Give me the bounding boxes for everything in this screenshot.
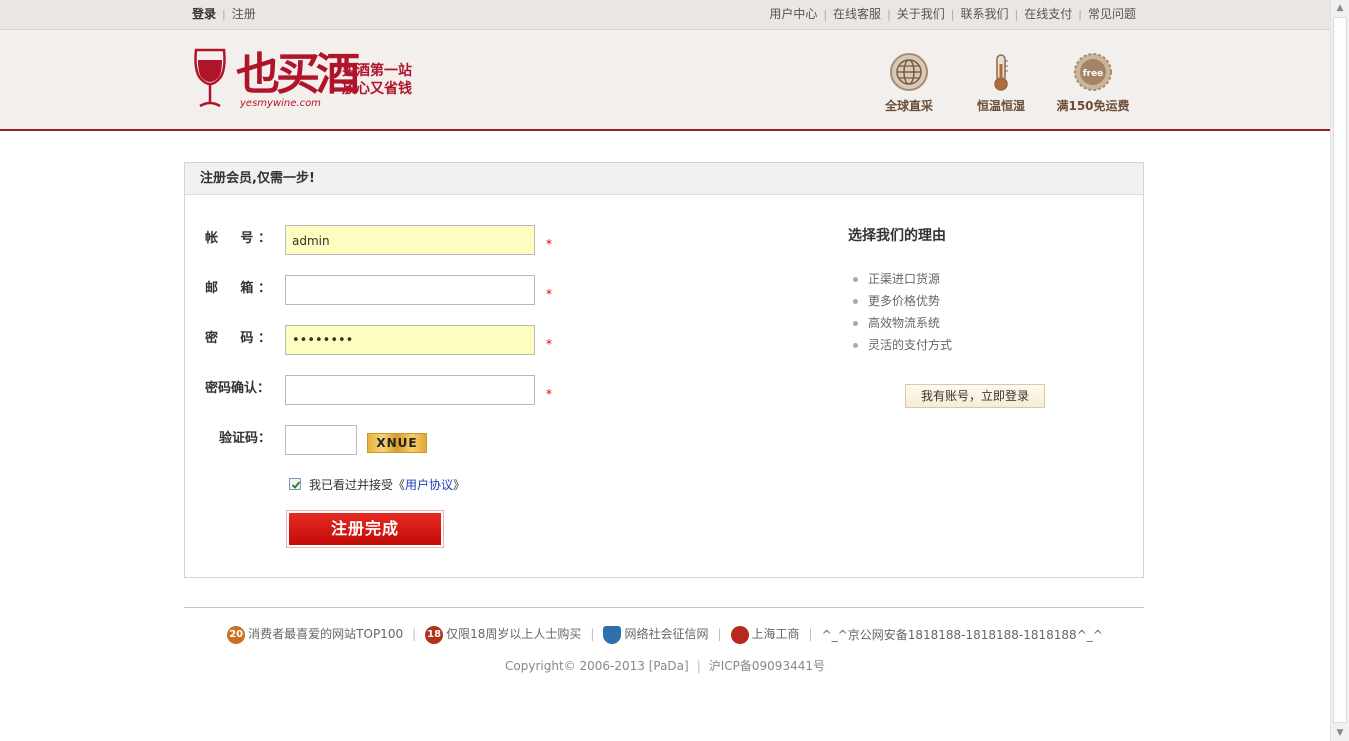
- required-mark: *: [546, 287, 552, 301]
- feature-label: 恒温恒湿: [976, 99, 1025, 113]
- panel-title: 注册会员,仅需一步!: [185, 163, 1143, 195]
- footer-item-top100[interactable]: 20 消费者最喜爱的网站TOP100: [227, 625, 403, 644]
- feature-label: 满150免运费: [1056, 99, 1130, 113]
- login-existing-account-button[interactable]: 我有账号，立即登录: [905, 384, 1045, 408]
- reasons-title: 选择我们的理由: [848, 228, 946, 244]
- confirm-password-input[interactable]: [285, 375, 535, 405]
- footer-item-age-limit[interactable]: 18 仅限18周岁以上人士购买: [425, 625, 581, 644]
- about-us-link[interactable]: 关于我们: [897, 7, 945, 21]
- scroll-up-arrow-icon[interactable]: ▲: [1332, 0, 1348, 16]
- feature-free-shipping: free 满150免运费: [1053, 52, 1133, 114]
- agreement-suffix: 》: [453, 478, 466, 492]
- required-mark: *: [546, 237, 552, 251]
- copyright-bar: Copyright© 2006-2013 [PaDa] | 沪ICP备0909344…: [505, 659, 825, 673]
- shield-icon: [603, 625, 622, 644]
- email-label: 邮 箱：: [205, 281, 271, 296]
- registration-panel: 注册会员,仅需一步! 帐 号： admin * 邮 箱： * 密 码： ••••…: [184, 162, 1144, 578]
- account-label: 帐 号：: [205, 231, 271, 246]
- icp-record[interactable]: 沪ICP备09093441号: [709, 659, 825, 673]
- footer-item-commerce[interactable]: 上海工商: [730, 625, 800, 644]
- list-item: 正渠进口货源: [848, 268, 1108, 290]
- scrollbar-thumb[interactable]: [1333, 17, 1347, 723]
- slogan: 买酒第一站 放心又省钱: [342, 62, 412, 98]
- user-center-link[interactable]: 用户中心: [769, 7, 817, 21]
- password-label: 密 码：: [205, 331, 271, 346]
- online-payment-link[interactable]: 在线支付: [1024, 7, 1072, 21]
- feature-global-sourcing: 全球直采: [869, 52, 949, 114]
- auth-links: 登录 | 注册: [192, 7, 256, 21]
- globe-icon: [890, 53, 928, 91]
- online-service-link[interactable]: 在线客服: [833, 7, 881, 21]
- top-nav: 用户中心 | 在线客服 | 关于我们 | 联系我们 | 在线支付 | 常见问题: [769, 7, 1136, 21]
- age-18-badge-icon: 18: [425, 625, 444, 644]
- captcha-row: 验证码： XNUE: [205, 425, 745, 457]
- required-mark: *: [546, 387, 552, 401]
- faq-link[interactable]: 常见问题: [1088, 7, 1136, 21]
- agreement-text: 我已看过并接受《: [309, 478, 406, 492]
- site-logo[interactable]: 也买酒 yesmywine.com 买酒第一站 放心又省钱: [192, 48, 432, 118]
- copyright-text: Copyright© 2006-2013 [PaDa]: [505, 659, 689, 673]
- email-input[interactable]: [285, 275, 535, 305]
- contact-us-link[interactable]: 联系我们: [961, 7, 1009, 21]
- top-bar: 登录 | 注册 用户中心 | 在线客服 | 关于我们 | 联系我们 | 在线支付 | 常见问题: [0, 0, 1330, 30]
- reasons-list: 正渠进口货源 更多价格优势 高效物流系统 灵活的支付方式: [848, 268, 1108, 356]
- confirm-password-row: 密码确认： *: [205, 375, 745, 407]
- thermometer-icon: [994, 54, 1008, 91]
- login-link[interactable]: 登录: [192, 7, 216, 21]
- emblem-icon: [730, 625, 749, 644]
- footer-item-credit[interactable]: 网络社会征信网: [603, 625, 708, 644]
- email-row: 邮 箱： *: [205, 275, 745, 307]
- slogan-line-1: 买酒第一站: [342, 63, 412, 79]
- list-item: 高效物流系统: [848, 312, 1108, 334]
- list-item: 更多价格优势: [848, 290, 1108, 312]
- confirm-password-label: 密码确认：: [205, 381, 271, 396]
- list-item: 灵活的支付方式: [848, 334, 1108, 356]
- footer-divider: [184, 607, 1144, 608]
- captcha-input[interactable]: [285, 425, 357, 455]
- footer-item-police-record[interactable]: ^_^京公网安备1818188-1818188-1818188^_^: [822, 626, 1103, 643]
- required-mark: *: [546, 337, 552, 351]
- free-badge-text: free: [1083, 69, 1104, 79]
- wine-glass-icon: [194, 48, 226, 108]
- password-input[interactable]: ••••••••: [285, 325, 535, 355]
- captcha-label: 验证码：: [219, 431, 272, 446]
- captcha-image[interactable]: XNUE: [367, 433, 427, 453]
- slogan-line-2: 放心又省钱: [342, 81, 412, 97]
- scroll-down-arrow-icon[interactable]: ▼: [1332, 725, 1348, 741]
- top100-badge-icon: 20: [227, 625, 246, 644]
- reasons-panel: 选择我们的理由 正渠进口货源 更多价格优势 高效物流系统 灵活的支付方式 我有账…: [848, 226, 1108, 408]
- password-row: 密 码： •••••••• *: [205, 325, 745, 357]
- vertical-scrollbar[interactable]: ▲ ▼: [1330, 0, 1349, 741]
- register-link[interactable]: 注册: [232, 7, 256, 21]
- submit-label: 注册完成: [289, 513, 441, 545]
- site-header: 也买酒 yesmywine.com 买酒第一站 放心又省钱 全球直采 恒温恒湿: [0, 30, 1330, 131]
- account-input[interactable]: admin: [285, 225, 535, 255]
- feature-constant-temperature: 恒温恒湿: [961, 52, 1041, 114]
- submit-button[interactable]: 注册完成: [286, 510, 444, 548]
- brand-name: 也买酒: [236, 49, 360, 100]
- check-icon: [291, 481, 301, 489]
- footer-links: 20 消费者最喜爱的网站TOP100 | 18 仅限18周岁以上人士购买 | 网络社会征信网…: [0, 625, 1330, 644]
- account-row: 帐 号： admin *: [205, 225, 745, 257]
- feature-label: 全球直采: [884, 99, 933, 113]
- free-badge-icon: free: [1074, 53, 1112, 91]
- brand-domain: yesmywine.com: [240, 98, 321, 109]
- agreement-checkbox[interactable]: [289, 478, 301, 490]
- user-agreement-link[interactable]: 用户协议: [405, 478, 453, 492]
